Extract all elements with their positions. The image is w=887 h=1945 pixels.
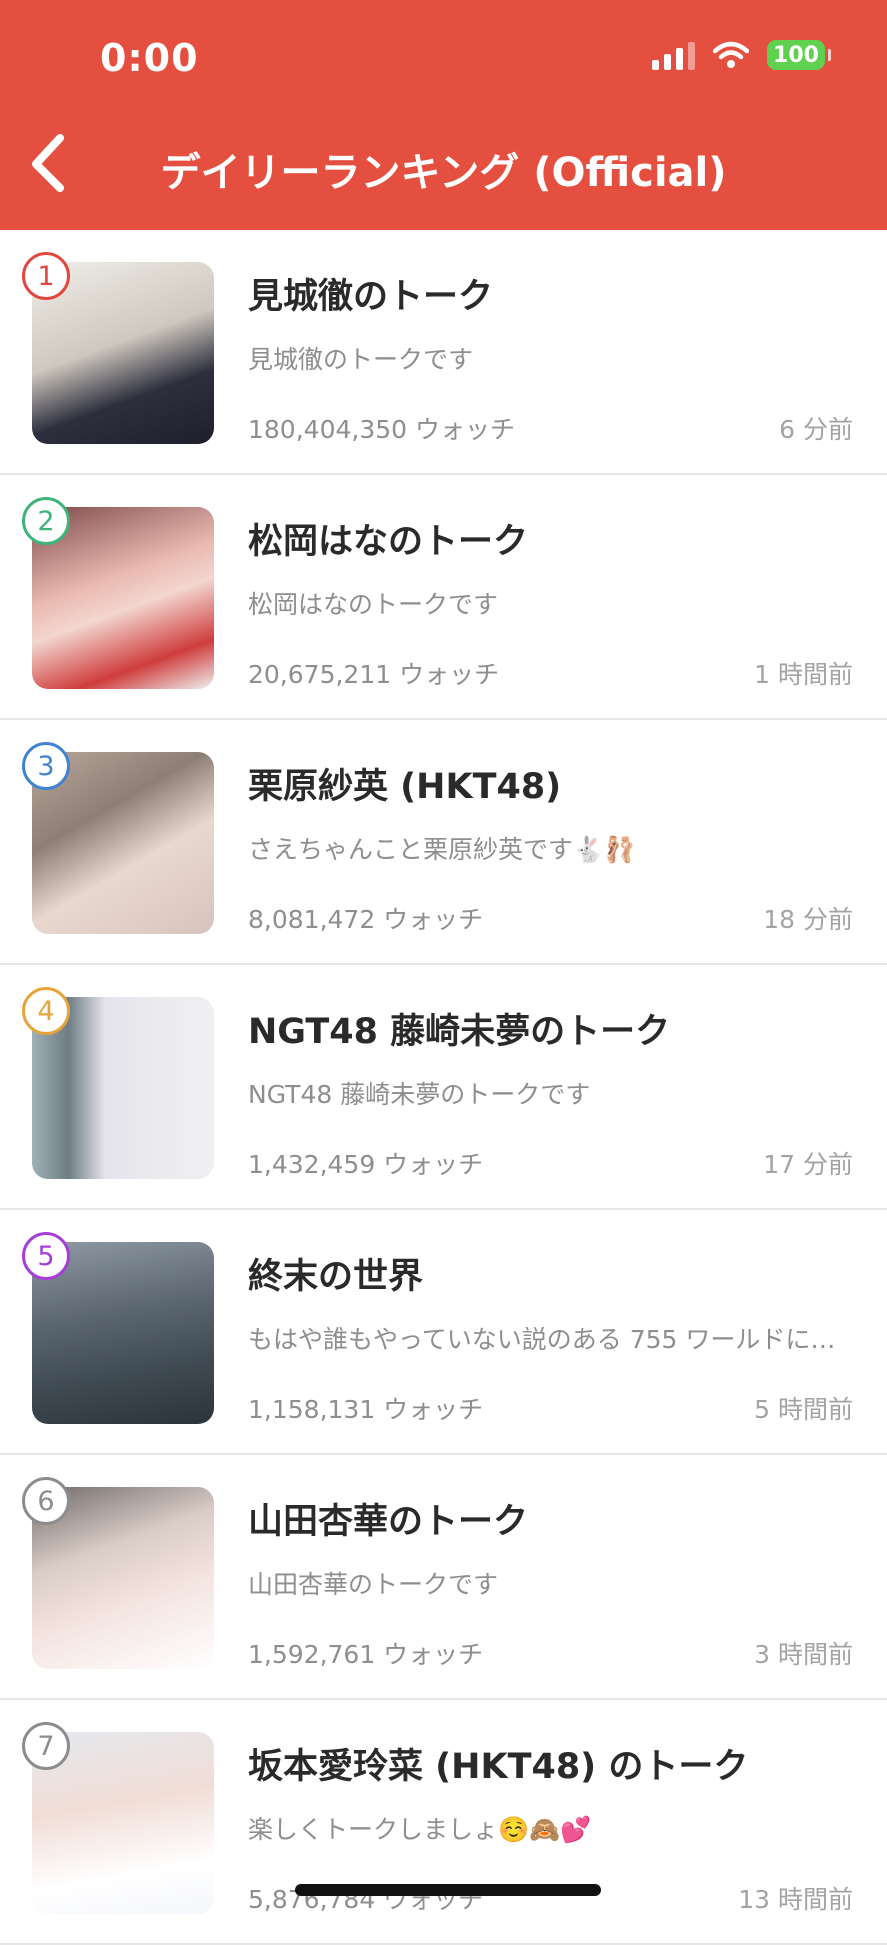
rank-badge: 2 bbox=[22, 497, 70, 545]
ranking-item[interactable]: 4 NGT48 藤崎未夢のトーク NGT48 藤崎未夢のトークです 1,432,459… bbox=[0, 965, 887, 1210]
updated-time: 17 分前 bbox=[763, 1150, 853, 1179]
updated-time: 1 時間前 bbox=[754, 660, 853, 689]
updated-time: 18 分前 bbox=[763, 905, 853, 934]
talk-title: 坂本愛玲菜 (HKT48) のトーク bbox=[248, 1747, 749, 1787]
ranking-list: 1 見城徹のトーク見城徹のトークです 180,404,350 ウォッチ 6 分前 2 松岡… bbox=[0, 230, 887, 1945]
home-indicator[interactable] bbox=[295, 1884, 601, 1896]
status-time: 0:00 bbox=[100, 36, 199, 80]
status-icons: 100 bbox=[652, 40, 831, 70]
signal-icon bbox=[652, 40, 695, 70]
watch-count: 1,158,131 ウォッチ bbox=[248, 1395, 484, 1424]
wifi-icon bbox=[713, 41, 749, 68]
talk-title: 栗原紗英 (HKT48) bbox=[248, 767, 562, 807]
ranking-item[interactable]: 3 栗原紗英 (HKT48) さえちゃんこと栗原紗英です🐇🩰 8,081,472 ウォ… bbox=[0, 720, 887, 965]
rank-badge: 6 bbox=[22, 1477, 70, 1525]
talk-title: 山田杏華のトーク bbox=[248, 1502, 529, 1542]
ranking-item[interactable]: 1 見城徹のトーク見城徹のトークです 180,404,350 ウォッチ 6 分前 bbox=[0, 230, 887, 475]
rank-badge: 5 bbox=[22, 1232, 70, 1280]
talk-description: 楽しくトークしましょ☺️🙈💕 bbox=[248, 1815, 592, 1844]
rank-badge: 3 bbox=[22, 742, 70, 790]
rank-badge: 4 bbox=[22, 987, 70, 1035]
watch-count: 180,404,350 ウォッチ bbox=[248, 415, 515, 444]
talk-description: もはや誰もやっていない説のある 755 ワールドについて語るトーク bbox=[248, 1325, 858, 1354]
rank-badge: 1 bbox=[22, 252, 70, 300]
ranking-item[interactable]: 2 松岡はなのトーク松岡はなのトークです 20,675,211 ウォッチ 1 時間前 bbox=[0, 475, 887, 720]
watch-count: 20,675,211 ウォッチ bbox=[248, 660, 500, 689]
battery-icon: 100 bbox=[767, 40, 831, 70]
talk-description: さえちゃんこと栗原紗英です🐇🩰 bbox=[248, 835, 636, 864]
app-header: 0:00 100 デイリーランキング (Official) bbox=[0, 0, 887, 230]
updated-time: 5 時間前 bbox=[754, 1395, 853, 1424]
watch-count: 1,432,459 ウォッチ bbox=[248, 1150, 484, 1179]
ranking-item[interactable]: 5 終末の世界もはや誰もやっていない説のある 755 ワールドについて語るトーク 1… bbox=[0, 1210, 887, 1455]
watch-count: 1,592,761 ウォッチ bbox=[248, 1640, 484, 1669]
talk-title: 終末の世界 bbox=[248, 1257, 424, 1297]
page-title: デイリーランキング (Official) bbox=[160, 150, 727, 196]
updated-time: 13 時間前 bbox=[738, 1885, 853, 1914]
talk-description: 見城徹のトークです bbox=[248, 345, 474, 374]
updated-time: 6 分前 bbox=[779, 415, 853, 444]
talk-title: 見城徹のトーク bbox=[248, 277, 494, 317]
talk-title: NGT48 藤崎未夢のトーク bbox=[248, 1012, 671, 1052]
updated-time: 3 時間前 bbox=[754, 1640, 853, 1669]
talk-description: 山田杏華のトークです bbox=[248, 1570, 499, 1599]
talk-description: 松岡はなのトークです bbox=[248, 590, 499, 619]
ranking-item[interactable]: 6 山田杏華のトーク山田杏華のトークです 1,592,761 ウォッチ 3 時間前 bbox=[0, 1455, 887, 1700]
talk-description: NGT48 藤崎未夢のトークです bbox=[248, 1080, 591, 1109]
watch-count: 8,081,472 ウォッチ bbox=[248, 905, 484, 934]
ranking-item[interactable]: 7 坂本愛玲菜 (HKT48) のトーク 楽しくトークしましょ☺️🙈💕 5,876,7… bbox=[0, 1700, 887, 1945]
rank-badge: 7 bbox=[22, 1722, 70, 1770]
talk-title: 松岡はなのトーク bbox=[248, 522, 529, 562]
